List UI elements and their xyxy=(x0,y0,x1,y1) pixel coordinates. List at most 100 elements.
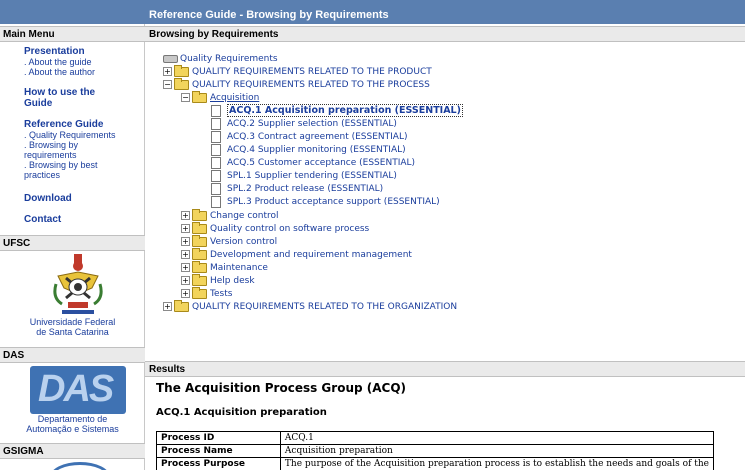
tree-group-label[interactable]: Help desk xyxy=(210,276,255,286)
menu-download-link[interactable]: Download xyxy=(24,193,142,204)
tree-item[interactable]: SPL.3 Product acceptance support (ESSENT… xyxy=(211,195,440,208)
tree-group[interactable]: + Help desk xyxy=(181,273,255,287)
ufsc-logo[interactable] xyxy=(52,254,104,316)
window-title: Reference Guide - Browsing by Requiremen… xyxy=(149,9,389,21)
tree-group-label[interactable]: Change control xyxy=(210,211,279,221)
menu-how-to-use-link[interactable]: How to use the xyxy=(24,87,142,98)
expand-icon[interactable]: + xyxy=(163,67,172,76)
folder-icon xyxy=(192,234,207,247)
menu-download-block: Download xyxy=(24,193,142,204)
tree-product[interactable]: + QUALITY REQUIREMENTS RELATED TO THE PR… xyxy=(163,64,432,78)
document-icon xyxy=(211,195,221,208)
folder-icon xyxy=(192,273,207,286)
tree-process[interactable]: − QUALITY REQUIREMENTS RELATED TO THE PR… xyxy=(163,77,430,91)
expand-icon[interactable]: + xyxy=(163,302,172,311)
tree-process-label[interactable]: QUALITY REQUIREMENTS RELATED TO THE PROC… xyxy=(192,80,430,90)
tree-item[interactable]: ACQ.5 Customer acceptance (ESSENTIAL) xyxy=(211,156,415,169)
tree-group-label[interactable]: Development and requirement management xyxy=(210,250,412,260)
expand-icon[interactable]: + xyxy=(181,211,190,220)
menu-browsing-practices-link-2[interactable]: practices xyxy=(24,170,142,180)
table-row: Process Purpose The purpose of the Acqui… xyxy=(156,457,715,470)
tree-group[interactable]: + Development and requirement management xyxy=(181,247,412,261)
das-heading: DAS xyxy=(0,347,145,363)
tree-group[interactable]: + Quality control on software process xyxy=(181,221,369,235)
tree-group[interactable]: + Maintenance xyxy=(181,260,268,274)
menu-contact-block: Contact xyxy=(24,214,142,225)
expand-icon[interactable]: + xyxy=(181,250,190,259)
folder-icon xyxy=(192,247,207,260)
expand-icon[interactable]: + xyxy=(181,224,190,233)
table-row: Process ID ACQ.1 xyxy=(156,431,715,445)
das-caption-2: Automação e Sistemas xyxy=(26,424,119,434)
document-icon xyxy=(211,104,221,117)
document-icon xyxy=(211,169,221,182)
document-icon xyxy=(211,156,221,169)
tree-item[interactable]: SPL.1 Supplier tendering (ESSENTIAL) xyxy=(211,169,397,182)
menu-how-to-use-link-2[interactable]: Guide xyxy=(24,98,142,109)
document-icon xyxy=(211,117,221,130)
folder-open-icon xyxy=(192,90,207,103)
expand-icon[interactable]: + xyxy=(181,276,190,285)
table-key: Process Purpose xyxy=(156,457,281,470)
expand-icon[interactable]: + xyxy=(181,289,190,298)
menu-about-guide-link[interactable]: . About the guide xyxy=(24,57,142,67)
folder-icon xyxy=(174,64,189,77)
tree-acquisition[interactable]: − Acquisition xyxy=(181,90,259,104)
tree-item-label-selected[interactable]: ACQ.1 Acquisition preparation (ESSENTIAL… xyxy=(227,104,463,117)
menu-quality-requirements-link[interactable]: . Quality Requirements xyxy=(24,130,142,140)
tree-acquisition-label[interactable]: Acquisition xyxy=(210,93,259,103)
tree-item-label[interactable]: ACQ.4 Supplier monitoring (ESSENTIAL) xyxy=(227,145,406,155)
tree-item[interactable]: ACQ.4 Supplier monitoring (ESSENTIAL) xyxy=(211,143,406,156)
gsigma-heading: GSIGMA xyxy=(0,443,145,459)
document-icon xyxy=(211,143,221,156)
folder-icon xyxy=(192,260,207,273)
menu-browsing-requirements-link[interactable]: . Browsing by xyxy=(24,140,142,150)
tree-item-label[interactable]: ACQ.2 Supplier selection (ESSENTIAL) xyxy=(227,119,397,129)
menu-contact-link[interactable]: Contact xyxy=(24,214,142,225)
tree-organization-label[interactable]: QUALITY REQUIREMENTS RELATED TO THE ORGA… xyxy=(192,302,457,312)
tree-item-label[interactable]: SPL.3 Product acceptance support (ESSENT… xyxy=(227,197,440,207)
folder-open-icon xyxy=(174,77,189,90)
menu-browsing-requirements-link-2[interactable]: requirements xyxy=(24,150,142,160)
tree-group-label[interactable]: Maintenance xyxy=(210,263,268,273)
menu-how-to-use-block: How to use the Guide xyxy=(24,87,142,109)
tree-group[interactable]: + Version control xyxy=(181,234,277,248)
tree-group-label[interactable]: Tests xyxy=(210,289,232,299)
folder-icon xyxy=(192,286,207,299)
tree-root[interactable]: Quality Requirements xyxy=(163,52,278,65)
ufsc-caption-2: de Santa Catarina xyxy=(36,327,109,337)
tree-group[interactable]: + Change control xyxy=(181,208,279,222)
tree-organization[interactable]: + QUALITY REQUIREMENTS RELATED TO THE OR… xyxy=(163,299,457,313)
browse-heading: Browsing by Requirements xyxy=(145,26,745,42)
expand-icon[interactable]: + xyxy=(181,263,190,272)
collapse-icon[interactable]: − xyxy=(181,93,190,102)
folder-icon xyxy=(192,221,207,234)
tree-item-label[interactable]: SPL.2 Product release (ESSENTIAL) xyxy=(227,184,383,194)
das-logo[interactable]: DAS xyxy=(30,366,126,414)
menu-presentation-link[interactable]: Presentation xyxy=(24,46,142,57)
collapse-icon[interactable]: − xyxy=(163,80,172,89)
folder-icon xyxy=(192,208,207,221)
tree-item[interactable]: SPL.2 Product release (ESSENTIAL) xyxy=(211,182,383,195)
tree-item-label[interactable]: SPL.1 Supplier tendering (ESSENTIAL) xyxy=(227,171,397,181)
menu-browsing-practices-link[interactable]: . Browsing by best xyxy=(24,160,142,170)
menu-reference-guide-link[interactable]: Reference Guide xyxy=(24,119,142,130)
document-icon xyxy=(211,182,221,195)
tree-group[interactable]: + Tests xyxy=(181,286,232,300)
table-key: Process ID xyxy=(156,431,281,445)
menu-about-author-link[interactable]: . About the author xyxy=(24,67,142,77)
tree-product-label[interactable]: QUALITY REQUIREMENTS RELATED TO THE PROD… xyxy=(192,67,432,77)
tree-item-label[interactable]: ACQ.3 Contract agreement (ESSENTIAL) xyxy=(227,132,407,142)
tree-item[interactable]: ACQ.2 Supplier selection (ESSENTIAL) xyxy=(211,117,397,130)
tree-group-label[interactable]: Version control xyxy=(210,237,277,247)
table-value: ACQ.1 xyxy=(279,431,715,445)
tree-item[interactable]: ACQ.1 Acquisition preparation (ESSENTIAL… xyxy=(211,104,463,117)
results-subtitle: ACQ.1 Acquisition preparation xyxy=(156,407,327,418)
tree-item[interactable]: ACQ.3 Contract agreement (ESSENTIAL) xyxy=(211,130,407,143)
menu-reference-block: Reference Guide . Quality Requirements .… xyxy=(24,119,142,180)
expand-icon[interactable]: + xyxy=(181,237,190,246)
das-logo-text: DAS xyxy=(38,368,114,410)
tree-group-label[interactable]: Quality control on software process xyxy=(210,224,369,234)
tree-root-label[interactable]: Quality Requirements xyxy=(180,54,278,64)
tree-item-label[interactable]: ACQ.5 Customer acceptance (ESSENTIAL) xyxy=(227,158,415,168)
